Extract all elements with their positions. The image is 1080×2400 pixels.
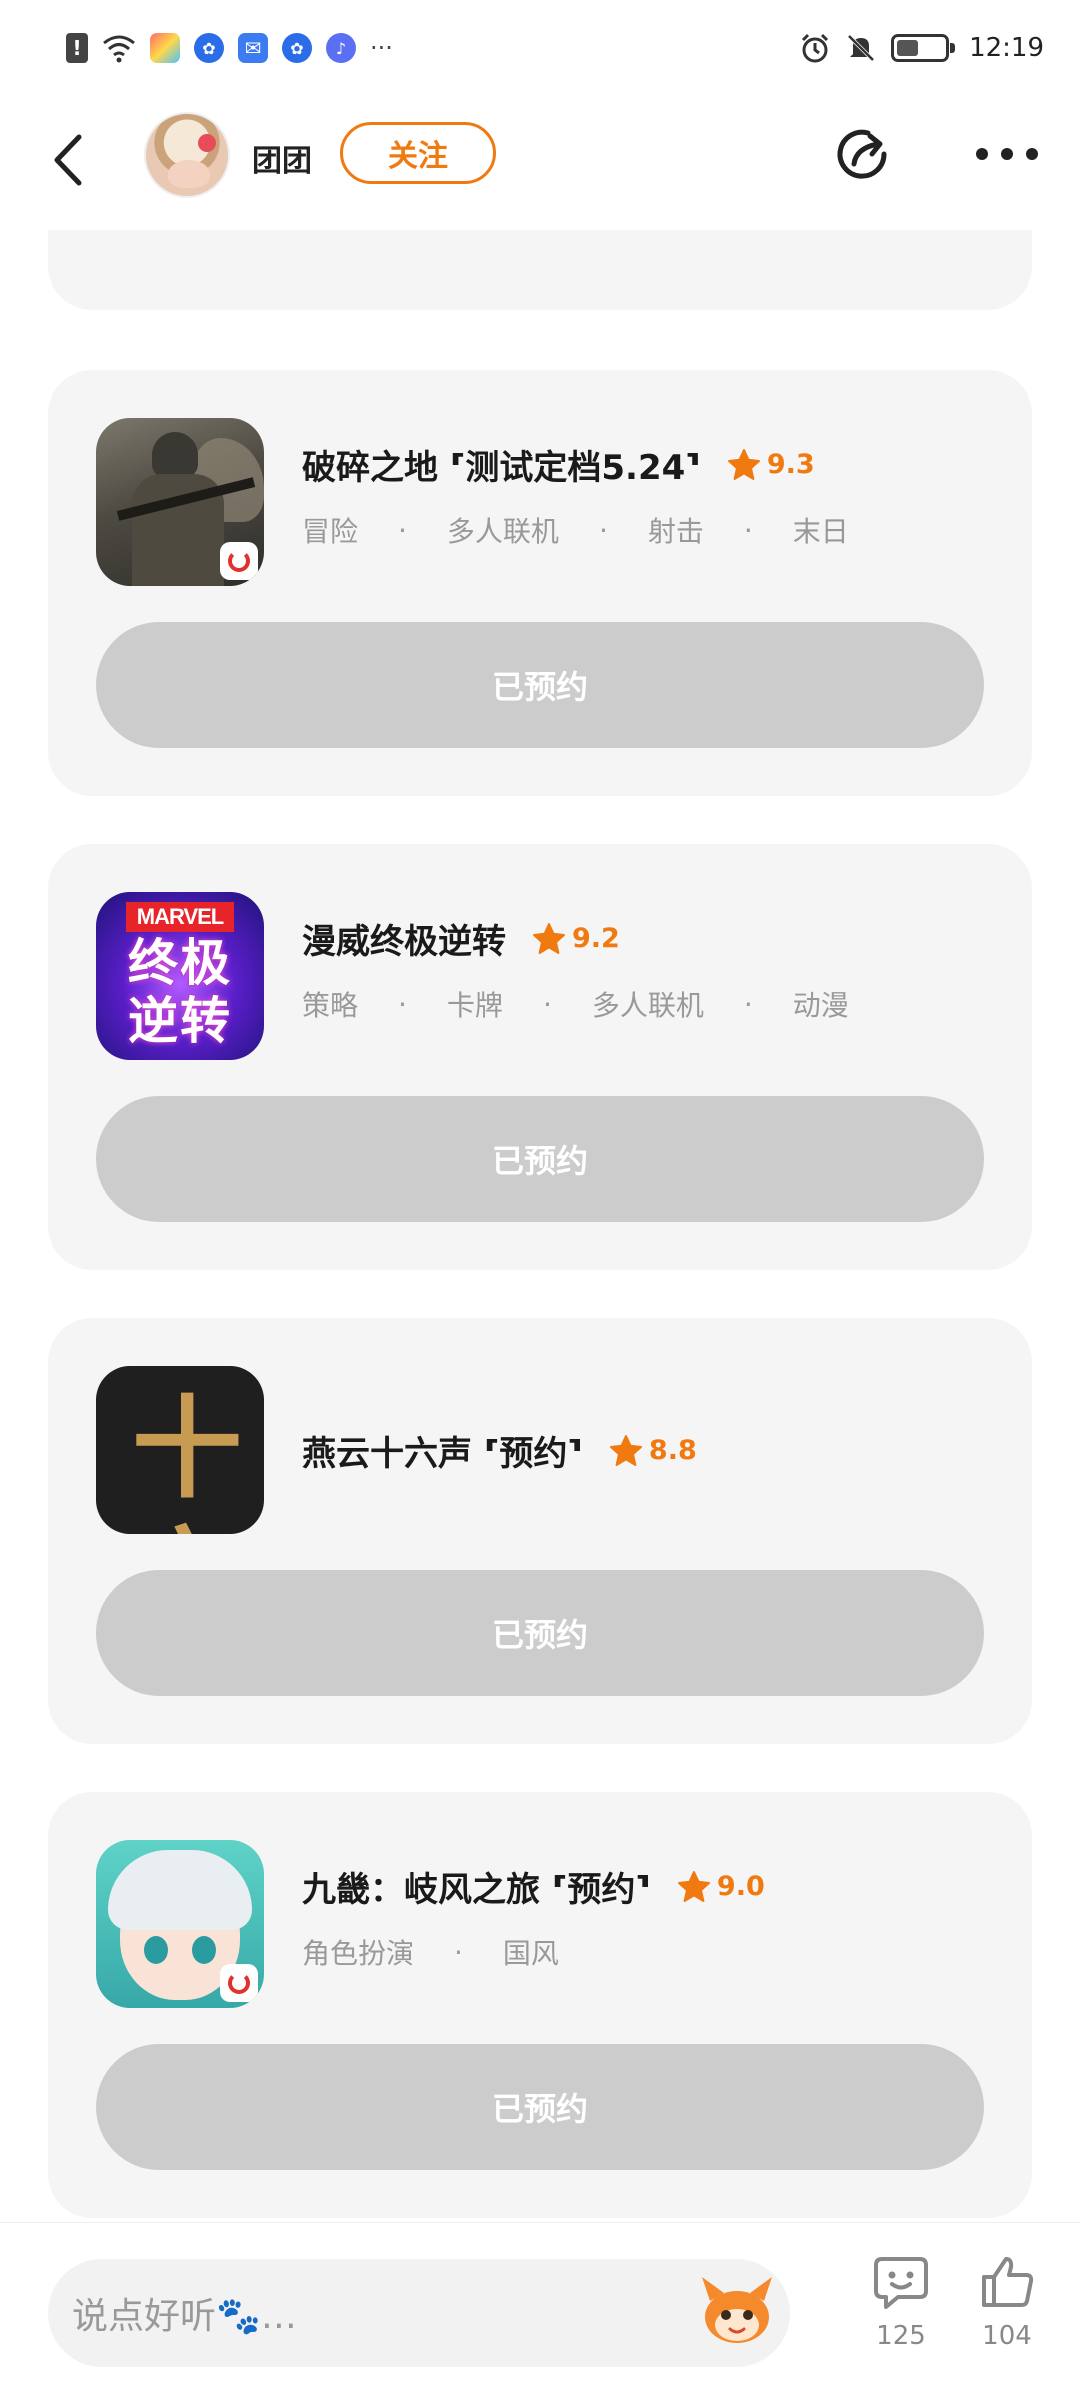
tag: 国风: [502, 1937, 559, 1970]
reserved-button[interactable]: 已预约: [96, 2044, 984, 2170]
app-icon: [150, 33, 180, 63]
bottom-bar: 说点好听🐾… 125 104: [0, 2222, 1080, 2400]
netease-logo-icon: [220, 542, 258, 580]
rating-value: 9.2: [572, 923, 620, 954]
star-icon: [533, 922, 565, 954]
tag-separator: ·: [743, 987, 753, 1021]
tag-separator: ·: [398, 987, 407, 1021]
mail-icon: ✉: [238, 33, 268, 63]
user-name[interactable]: 团团: [252, 136, 312, 180]
game-icon-jiuji[interactable]: [96, 1840, 264, 2008]
star-icon: [609, 1434, 642, 1466]
tag-separator: ·: [398, 513, 407, 547]
star-icon: [677, 1870, 710, 1902]
tag: 角色扮演: [302, 1937, 415, 1970]
thumbs-up-icon: [982, 2257, 1034, 2307]
icon-title-text: 终极逆转: [128, 934, 232, 1050]
like-count: 104: [982, 2321, 1032, 2351]
comment-button[interactable]: 125: [866, 2253, 936, 2351]
more-dot-icon: [976, 148, 988, 160]
status-bar: ! ✿ ✉ ✿ ♪ ··· 12:19: [0, 0, 1080, 96]
share-icon: [837, 129, 887, 179]
marvel-logo: MARVEL: [126, 902, 234, 932]
rating-value: 9.0: [716, 1871, 765, 1902]
reserved-button[interactable]: 已预约: [96, 1570, 984, 1696]
game-card-partial: [48, 230, 1032, 310]
tag: 冒险: [302, 515, 359, 548]
star-icon: [727, 448, 760, 480]
paw-icon: ✿: [282, 33, 312, 63]
tag: 多人联机: [446, 515, 559, 548]
status-left-icons: ! ✿ ✉ ✿ ♪ ···: [66, 33, 393, 63]
more-icon: ···: [370, 34, 393, 62]
netease-logo-icon: [220, 1964, 258, 2002]
status-time: 12:19: [969, 33, 1044, 63]
tag: 多人联机: [591, 989, 704, 1022]
game-list[interactable]: 破碎之地 ⸢测试定档5.24⸣ 9.3 冒险 · 多人联机 · 射击 · 末日 已预约…: [0, 230, 1080, 2222]
game-title-row: 燕云十六声 ⸢预约⸣ 8.8: [302, 1426, 697, 1475]
mute-icon: [847, 34, 875, 62]
game-title-row: 九畿：岐风之旅 ⸢预约⸣ 9.0: [302, 1862, 765, 1911]
tag: 卡牌: [446, 989, 503, 1022]
tag-separator: ·: [743, 513, 753, 547]
like-button[interactable]: 104: [972, 2253, 1042, 2351]
game-icon-broken-land[interactable]: [96, 418, 264, 586]
game-title-row: 漫威终极逆转 9.2: [302, 914, 620, 963]
rating: 8.8: [609, 1434, 697, 1468]
icon-title-text: 十六: [132, 1384, 242, 1534]
tag: 策略: [302, 989, 359, 1022]
comment-icon: [874, 2257, 928, 2309]
back-button[interactable]: [46, 128, 90, 192]
tag: 动漫: [792, 989, 849, 1022]
status-right-icons: 12:19: [799, 32, 1044, 64]
wifi-icon: [103, 35, 135, 63]
tag: 末日: [792, 515, 849, 548]
rating-value: 8.8: [648, 1435, 697, 1466]
game-card[interactable]: MARVEL 终极逆转 漫威终极逆转 9.2 策略 · 卡牌 · 多人联机 · 动漫 …: [48, 844, 1032, 1270]
more-options-button[interactable]: [976, 136, 1038, 172]
top-nav: 团团 关注: [0, 96, 1080, 230]
comment-count: 125: [876, 2321, 926, 2351]
share-button[interactable]: [832, 124, 894, 186]
rating: 9.0: [677, 1870, 765, 1904]
comment-input[interactable]: 说点好听🐾…: [48, 2259, 790, 2367]
rating-value: 9.3: [766, 449, 815, 480]
avatar[interactable]: [144, 112, 230, 198]
game-card[interactable]: 破碎之地 ⸢测试定档5.24⸣ 9.3 冒险 · 多人联机 · 射击 · 末日 已预约: [48, 370, 1032, 796]
more-dot-icon: [1001, 148, 1013, 160]
tag-list: 冒险 · 多人联机 · 射击 · 末日: [302, 510, 849, 550]
tag-separator: ·: [598, 513, 608, 547]
game-icon-marvel-snap[interactable]: MARVEL 终极逆转: [96, 892, 264, 1060]
reserved-button[interactable]: 已预约: [96, 1096, 984, 1222]
tag-list: 角色扮演 · 国风: [302, 1932, 559, 1972]
reserved-button[interactable]: 已预约: [96, 622, 984, 748]
battery-icon: [891, 34, 956, 62]
rating: 9.2: [532, 922, 620, 956]
tag: 射击: [647, 515, 704, 548]
tag-separator: ·: [542, 987, 552, 1021]
game-title[interactable]: 漫威终极逆转: [302, 914, 506, 963]
mascot-emoji-icon[interactable]: [696, 2267, 778, 2349]
follow-button[interactable]: 关注: [340, 122, 496, 184]
game-title[interactable]: 破碎之地 ⸢测试定档5.24⸣: [302, 440, 701, 489]
game-title[interactable]: 燕云十六声 ⸢预约⸣: [302, 1426, 583, 1475]
game-title[interactable]: 九畿：岐风之旅 ⸢预约⸣: [302, 1862, 651, 1911]
rating: 9.3: [727, 448, 815, 482]
alert-icon: !: [66, 33, 88, 63]
more-dot-icon: [1026, 148, 1038, 160]
music-icon: ♪: [326, 33, 356, 63]
paw-icon: ✿: [194, 33, 224, 63]
tag-separator: ·: [454, 1935, 463, 1969]
game-card[interactable]: 九畿：岐风之旅 ⸢预约⸣ 9.0 角色扮演 · 国风 已预约: [48, 1792, 1032, 2218]
game-card[interactable]: 十六 燕云十六声 ⸢预约⸣ 8.8 已预约: [48, 1318, 1032, 1744]
game-icon-yanyun[interactable]: 十六: [96, 1366, 264, 1534]
tag-list: 策略 · 卡牌 · 多人联机 · 动漫: [302, 984, 849, 1024]
game-title-row: 破碎之地 ⸢测试定档5.24⸣ 9.3: [302, 440, 815, 489]
alarm-icon: [802, 33, 829, 63]
chevron-left-icon: [54, 134, 82, 186]
